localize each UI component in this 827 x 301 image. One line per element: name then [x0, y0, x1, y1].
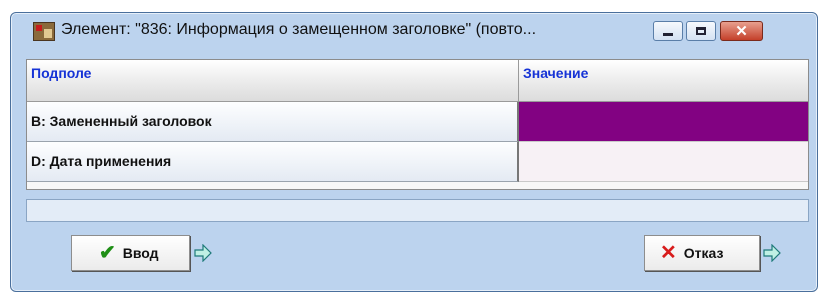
column-header-value[interactable]: Значение: [519, 60, 808, 102]
subfield-grid: Подполе Значение B: Замененный заголовок…: [26, 59, 809, 190]
title-bar[interactable]: Элемент: "836: Информация о замещенном з…: [11, 13, 817, 45]
close-icon: ✕: [735, 22, 748, 40]
arrow-right-icon: [763, 244, 781, 262]
app-books-icon: [33, 22, 55, 41]
value-cell-b[interactable]: [519, 102, 808, 142]
ok-button[interactable]: ✔ Ввод: [71, 235, 190, 271]
subfield-cell-d[interactable]: D: Дата применения: [27, 142, 519, 182]
minimize-button[interactable]: [653, 21, 683, 41]
maximize-icon: [696, 27, 706, 35]
column-header-subfield[interactable]: Подполе: [27, 60, 519, 102]
dialog-window: Элемент: "836: Информация о замещенном з…: [10, 12, 818, 292]
value-cell-d[interactable]: [519, 142, 808, 182]
cancel-button-label: Отказ: [683, 245, 724, 261]
close-button[interactable]: ✕: [720, 21, 763, 41]
cancel-button[interactable]: ✕ Отказ: [644, 235, 760, 271]
maximize-button[interactable]: [686, 21, 716, 41]
arrow-right-icon: [194, 244, 212, 262]
minimize-icon: [663, 32, 673, 36]
status-bar: [26, 199, 809, 222]
subfield-cell-b[interactable]: B: Замененный заголовок: [27, 102, 519, 142]
window-title: Элемент: "836: Информация о замещенном з…: [61, 21, 537, 38]
x-icon: ✕: [660, 242, 677, 264]
ok-button-label: Ввод: [122, 245, 159, 261]
checkmark-icon: ✔: [99, 242, 116, 264]
